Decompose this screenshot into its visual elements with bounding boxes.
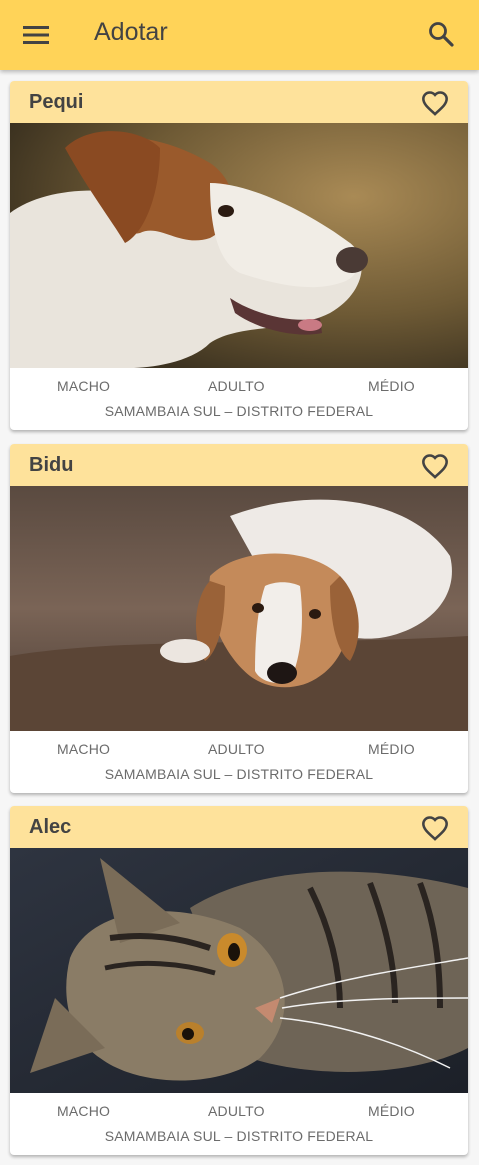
pet-photo[interactable] [10, 848, 468, 1093]
favorite-button[interactable] [420, 813, 450, 843]
pet-traits: MACHO ADULTO MÉDIO [10, 368, 468, 402]
pet-age: ADULTO [208, 378, 265, 394]
pet-name: Bidu [29, 454, 74, 476]
pet-name: Alec [29, 816, 72, 838]
heart-outline-icon [422, 454, 448, 479]
pet-location: SAMAMBAIA SUL – DISTRITO FEDERAL [104, 766, 374, 782]
pet-photo[interactable] [10, 486, 468, 731]
pet-card-header: Alec [10, 806, 468, 848]
pet-photo[interactable] [10, 123, 468, 368]
pet-location: SAMAMBAIA SUL – DISTRITO FEDERAL [104, 1128, 374, 1144]
pet-card[interactable]: Bidu MACHO ADULTO MÉDIO SAMAMBAIA SUL – … [10, 444, 468, 793]
pet-card[interactable]: Alec MACHO ADULTO MÉDIO SAMAMBAIA SUL – … [10, 806, 468, 1155]
pet-traits: MACHO ADULTO MÉDIO [10, 1093, 468, 1127]
pet-size: MÉDIO [368, 378, 415, 394]
pet-size: MÉDIO [368, 741, 415, 757]
pet-card-header: Pequi [10, 81, 468, 123]
pet-card-header: Bidu [10, 444, 468, 486]
pet-card[interactable]: Pequi MACHO ADULTO MÉDIO SAMAMBAIA SUL –… [10, 81, 468, 430]
pet-name: Pequi [29, 91, 84, 113]
heart-outline-icon [422, 91, 448, 116]
pet-location: SAMAMBAIA SUL – DISTRITO FEDERAL [104, 403, 374, 419]
favorite-button[interactable] [420, 451, 450, 481]
menu-button[interactable] [18, 17, 54, 53]
pet-sex: MACHO [57, 378, 111, 394]
heart-outline-icon [422, 816, 448, 841]
pet-age: ADULTO [208, 1103, 265, 1119]
pet-sex: MACHO [57, 741, 111, 757]
pet-traits: MACHO ADULTO MÉDIO [10, 731, 468, 765]
page-title: Adotar [94, 18, 168, 46]
app-bar: Adotar [0, 0, 479, 70]
pet-sex: MACHO [57, 1103, 111, 1119]
search-button[interactable] [422, 15, 460, 53]
pet-size: MÉDIO [368, 1103, 415, 1119]
hamburger-menu-icon [23, 26, 49, 44]
search-icon [429, 22, 454, 47]
pet-age: ADULTO [208, 741, 265, 757]
favorite-button[interactable] [420, 88, 450, 118]
